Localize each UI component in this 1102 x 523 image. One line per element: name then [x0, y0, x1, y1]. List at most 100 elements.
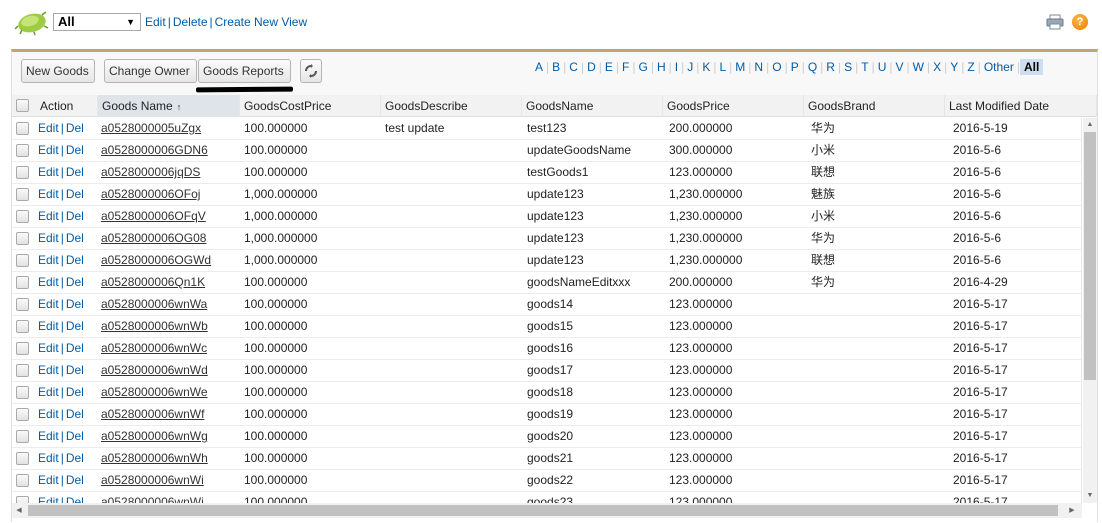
delete-link[interactable]: Del [66, 407, 84, 421]
column-header-goods-price[interactable]: GoodsPrice [663, 95, 804, 117]
create-new-view-link[interactable]: Create New View [215, 15, 307, 29]
vertical-scroll-thumb[interactable] [1084, 132, 1096, 380]
alphabet-filter-other[interactable]: Other [981, 60, 1017, 74]
scroll-right-icon[interactable]: ▶ [1065, 503, 1079, 518]
record-link[interactable]: a0528000006GDN6 [101, 143, 208, 157]
scroll-down-icon[interactable]: ▼ [1083, 489, 1097, 503]
alphabet-filter-t[interactable]: T [858, 60, 871, 74]
alphabet-filter-p[interactable]: P [788, 60, 802, 74]
column-header-goods-brand[interactable]: GoodsBrand [804, 95, 945, 117]
record-link[interactable]: a0528000006wnWb [101, 319, 208, 333]
edit-link[interactable]: Edit [38, 143, 59, 157]
record-link[interactable]: a0528000006wnWi [101, 473, 204, 487]
edit-link[interactable]: Edit [38, 341, 59, 355]
printer-icon[interactable] [1046, 14, 1064, 30]
row-checkbox[interactable] [16, 276, 29, 289]
record-link[interactable]: a0528000006wnWg [101, 429, 208, 443]
delete-link[interactable]: Del [66, 231, 84, 245]
record-link[interactable]: a0528000006wnWc [101, 341, 207, 355]
row-checkbox[interactable] [16, 474, 29, 487]
delete-link[interactable]: Del [66, 319, 84, 333]
row-checkbox[interactable] [16, 166, 29, 179]
delete-link[interactable]: Del [66, 451, 84, 465]
edit-link[interactable]: Edit [38, 209, 59, 223]
record-link[interactable]: a0528000006jqDS [101, 165, 200, 179]
alphabet-filter-r[interactable]: R [823, 60, 838, 74]
alphabet-filter-v[interactable]: V [893, 60, 907, 74]
delete-link[interactable]: Del [66, 187, 84, 201]
record-link[interactable]: a0528000006OFoj [101, 187, 200, 201]
delete-link[interactable]: Del [66, 165, 84, 179]
edit-link[interactable]: Edit [38, 385, 59, 399]
alphabet-filter-l[interactable]: L [716, 60, 729, 74]
delete-link[interactable]: Del [66, 385, 84, 399]
row-checkbox[interactable] [16, 408, 29, 421]
record-link[interactable]: a0528000006wnWd [101, 363, 208, 377]
new-goods-button[interactable]: New Goods [21, 59, 95, 83]
alphabet-filter-k[interactable]: K [699, 60, 713, 74]
alphabet-filter-m[interactable]: M [732, 60, 748, 74]
alphabet-filter-z[interactable]: Z [964, 60, 977, 74]
edit-link[interactable]: Edit [38, 297, 59, 311]
alphabet-filter-all[interactable]: All [1019, 59, 1044, 75]
alphabet-filter-h[interactable]: H [654, 60, 669, 74]
edit-link[interactable]: Edit [38, 429, 59, 443]
change-owner-button[interactable]: Change Owner [104, 59, 197, 83]
delete-link[interactable]: Del [66, 341, 84, 355]
edit-link[interactable]: Edit [38, 165, 59, 179]
delete-link[interactable]: Del [66, 121, 84, 135]
row-checkbox[interactable] [16, 430, 29, 443]
edit-link[interactable]: Edit [38, 231, 59, 245]
delete-link[interactable]: Del [66, 275, 84, 289]
edit-link[interactable]: Edit [38, 473, 59, 487]
record-link[interactable]: a0528000006wnWe [101, 385, 208, 399]
row-checkbox[interactable] [16, 386, 29, 399]
delete-link[interactable]: Del [66, 429, 84, 443]
alphabet-filter-a[interactable]: A [532, 60, 546, 74]
delete-link[interactable]: Del [66, 363, 84, 377]
alphabet-filter-x[interactable]: X [930, 60, 944, 74]
record-link[interactable]: a0528000006OG08 [101, 231, 206, 245]
delete-link[interactable]: Del [66, 253, 84, 267]
alphabet-filter-j[interactable]: J [684, 60, 696, 74]
row-checkbox[interactable] [16, 254, 29, 267]
help-icon[interactable]: ? [1072, 14, 1088, 30]
row-checkbox[interactable] [16, 122, 29, 135]
edit-link[interactable]: Edit [38, 187, 59, 201]
column-header-goods-cost-price[interactable]: GoodsCostPrice [240, 95, 381, 117]
edit-link[interactable]: Edit [38, 319, 59, 333]
row-checkbox[interactable] [16, 496, 29, 503]
delete-link[interactable]: Del [66, 209, 84, 223]
record-link[interactable]: a0528000006OGWd [101, 253, 211, 267]
record-link[interactable]: a0528000006wnWh [101, 451, 208, 465]
alphabet-filter-n[interactable]: N [751, 60, 766, 74]
row-checkbox[interactable] [16, 232, 29, 245]
row-checkbox[interactable] [16, 320, 29, 333]
column-header-last-modified-date[interactable]: Last Modified Date [945, 95, 1097, 117]
alphabet-filter-w[interactable]: W [910, 60, 927, 74]
delete-link[interactable]: Del [66, 297, 84, 311]
alphabet-filter-q[interactable]: Q [805, 60, 820, 74]
row-checkbox[interactable] [16, 298, 29, 311]
edit-link[interactable]: Edit [38, 407, 59, 421]
edit-link[interactable]: Edit [38, 363, 59, 377]
edit-link[interactable]: Edit [38, 121, 59, 135]
alphabet-filter-y[interactable]: Y [947, 60, 961, 74]
horizontal-scroll-thumb[interactable] [28, 505, 1058, 516]
delete-link[interactable]: Del [66, 495, 84, 503]
alphabet-filter-e[interactable]: E [602, 60, 616, 74]
row-checkbox[interactable] [16, 342, 29, 355]
alphabet-filter-d[interactable]: D [584, 60, 599, 74]
refresh-button[interactable] [300, 59, 322, 83]
edit-link[interactable]: Edit [38, 275, 59, 289]
alphabet-filter-c[interactable]: C [566, 60, 581, 74]
select-all-checkbox[interactable] [16, 99, 29, 112]
column-header-action[interactable]: Action [36, 95, 98, 117]
record-link[interactable]: a0528000006OFqV [101, 209, 206, 223]
horizontal-scrollbar[interactable]: ◀ ▶ [12, 503, 1082, 518]
record-link[interactable]: a0528000006wnWj [101, 495, 204, 503]
alphabet-filter-s[interactable]: S [841, 60, 855, 74]
record-link[interactable]: a0528000006wnWf [101, 407, 204, 421]
record-link[interactable]: a0528000005uZgx [101, 121, 201, 135]
edit-link[interactable]: Edit [38, 253, 59, 267]
